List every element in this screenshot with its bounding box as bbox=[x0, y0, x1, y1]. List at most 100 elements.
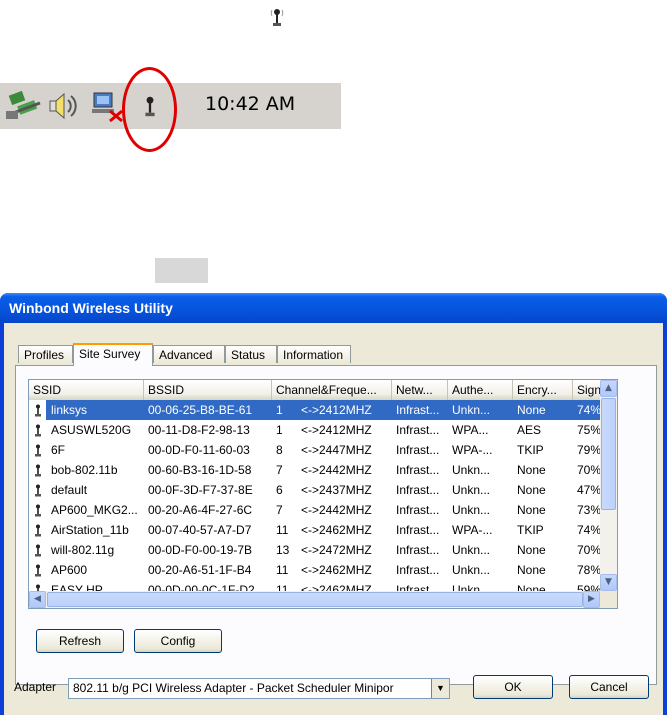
wireless-antenna-icon bbox=[35, 424, 41, 437]
wireless-antenna-icon bbox=[35, 484, 41, 497]
cell-network: Infrast... bbox=[396, 483, 440, 497]
cell-channel: 1 bbox=[276, 423, 283, 437]
wireless-antenna-icon bbox=[35, 544, 41, 557]
cell-encry: None bbox=[517, 463, 546, 477]
table-row[interactable]: ASUSWL520G 00-11-D8-F2-98-13 1 <->2412MHZ In… bbox=[29, 420, 601, 440]
column-bssid[interactable]: BSSID bbox=[144, 380, 272, 400]
cell-network: Infrast... bbox=[396, 523, 440, 537]
scroll-down-button[interactable]: ▼ bbox=[600, 574, 617, 591]
cell-network: Infrast... bbox=[396, 563, 440, 577]
table-row[interactable]: will-802.11g 00-0D-F0-00-19-7B 13 <->2472MH… bbox=[29, 540, 602, 560]
table-row[interactable]: 6F 00-0D-F0-11-60-03 8 <->2447MHZ Infrast...… bbox=[29, 440, 601, 460]
ok-button[interactable]: OK bbox=[473, 675, 553, 699]
column-ssid[interactable]: SSID bbox=[29, 380, 144, 400]
cell-bssid: 00-0D-F0-11-60-03 bbox=[148, 443, 250, 457]
cell-ssid: bob-802.11b bbox=[51, 463, 118, 477]
cell-auth: Unkn... bbox=[452, 463, 491, 477]
wireless-antenna-icon bbox=[35, 504, 41, 517]
cell-channel: 6 bbox=[276, 483, 283, 497]
cell-auth: Unkn... bbox=[452, 543, 491, 557]
cell-network: Infrast... bbox=[396, 423, 440, 437]
wireless-antenna-icon bbox=[35, 564, 41, 577]
column-channel[interactable]: Channel&Freque... bbox=[272, 380, 392, 400]
cell-channel: 11 bbox=[276, 523, 289, 537]
scroll-left-button[interactable]: ◀ bbox=[29, 591, 46, 608]
clock: 10:42 AM bbox=[205, 93, 296, 115]
cell-signal: 70% bbox=[577, 543, 602, 557]
cell-freq: <->2412MHZ bbox=[301, 403, 372, 417]
cell-auth: WPA-... bbox=[452, 443, 493, 457]
speaker-icon[interactable] bbox=[44, 89, 78, 123]
cell-channel: 11 bbox=[276, 563, 289, 577]
tab-information[interactable]: Information bbox=[277, 345, 351, 363]
site-survey-panel: SSID BSSID Channel&Freque... Netw... Aut… bbox=[15, 365, 657, 685]
vertical-scroll-thumb[interactable] bbox=[601, 398, 616, 510]
winbond-wireless-utility-window: Winbond Wireless Utility Profiles Site S… bbox=[0, 293, 667, 715]
cell-bssid: 00-60-B3-16-1D-58 bbox=[148, 463, 252, 477]
cell-ssid: ASUSWL520G bbox=[51, 423, 132, 437]
wireless-antenna-icon bbox=[270, 9, 284, 26]
cell-bssid: 00-11-D8-F2-98-13 bbox=[148, 423, 250, 437]
tab-advanced[interactable]: Advanced bbox=[153, 345, 225, 363]
chevron-down-icon[interactable]: ▼ bbox=[431, 679, 449, 698]
adapter-select[interactable]: 802.11 b/g PCI Wireless Adapter - Packet… bbox=[68, 678, 450, 699]
cell-freq: <->2412MHZ bbox=[301, 423, 372, 437]
column-authentication[interactable]: Authe... bbox=[448, 380, 513, 400]
cell-encry: TKIP bbox=[517, 443, 544, 457]
cell-network: Infrast... bbox=[396, 403, 440, 417]
cell-auth: Unkn... bbox=[452, 503, 491, 517]
adapter-select-value: 802.11 b/g PCI Wireless Adapter - Packet… bbox=[73, 681, 394, 695]
adapter-label: Adapter bbox=[14, 680, 57, 694]
network-cable-icon[interactable] bbox=[4, 89, 44, 123]
tab-site-survey[interactable]: Site Survey bbox=[73, 343, 153, 366]
wireless-antenna-icon bbox=[35, 444, 41, 457]
list-header: SSID BSSID Channel&Freque... Netw... Aut… bbox=[29, 380, 617, 400]
cell-channel: 7 bbox=[276, 463, 283, 477]
cell-signal: 70% bbox=[577, 463, 602, 477]
cell-bssid: 00-0F-3D-F7-37-8E bbox=[148, 483, 253, 497]
refresh-button[interactable]: Refresh bbox=[36, 629, 124, 653]
cell-auth: Unkn... bbox=[452, 403, 491, 417]
horizontal-scrollbar[interactable]: ◀ ▶ bbox=[29, 591, 600, 608]
tab-profiles[interactable]: Profiles bbox=[18, 345, 73, 363]
cell-freq: <->2462MHZ bbox=[301, 563, 372, 577]
cell-auth: Unkn... bbox=[452, 483, 491, 497]
cell-ssid: linksys bbox=[51, 403, 88, 417]
cell-channel: 7 bbox=[276, 503, 283, 517]
cell-auth: WPA... bbox=[452, 423, 489, 437]
cell-freq: <->2442MHZ bbox=[301, 503, 372, 517]
scroll-right-button[interactable]: ▶ bbox=[583, 591, 600, 608]
cell-encry: None bbox=[517, 503, 546, 517]
table-row[interactable]: bob-802.11b 00-60-B3-16-1D-58 7 <->2442MHZ I… bbox=[29, 460, 602, 480]
table-row[interactable]: default 00-0F-3D-F7-37-8E 6 <->2437MHZ Infra… bbox=[29, 480, 601, 500]
scroll-up-button[interactable]: ▲ bbox=[600, 380, 617, 397]
column-network[interactable]: Netw... bbox=[392, 380, 448, 400]
vertical-scrollbar[interactable]: ▲ ▼ bbox=[600, 380, 617, 591]
cell-auth: Unkn... bbox=[452, 563, 491, 577]
horizontal-scroll-thumb[interactable] bbox=[47, 592, 583, 607]
wireless-antenna-icon bbox=[35, 524, 41, 537]
cell-ssid: AirStation_11b bbox=[51, 523, 129, 537]
cell-auth: WPA-... bbox=[452, 523, 493, 537]
table-row[interactable]: linksys 00-06-25-B8-BE-61 1 <->2412MHZ Infra… bbox=[29, 400, 617, 420]
table-row[interactable]: AirStation_11b 00-07-40-57-A7-D7 11 <->2462… bbox=[29, 520, 601, 540]
cancel-button[interactable]: Cancel bbox=[569, 675, 649, 699]
cell-encry: None bbox=[517, 403, 546, 417]
window-title[interactable]: Winbond Wireless Utility bbox=[0, 293, 667, 323]
wireless-antenna-icon bbox=[35, 464, 41, 477]
cell-signal: 74% bbox=[577, 403, 602, 417]
cell-freq: <->2447MHZ bbox=[301, 443, 372, 457]
table-row[interactable]: AP600_MKG2... 00-20-A6-4F-27-6C 7 <->2442MH… bbox=[29, 500, 601, 520]
cell-bssid: 00-20-A6-51-1F-B4 bbox=[148, 563, 252, 577]
cell-encry: TKIP bbox=[517, 523, 544, 537]
cell-ssid: will-802.11g bbox=[51, 543, 115, 557]
scrollbar-corner bbox=[600, 591, 617, 608]
site-survey-list[interactable]: SSID BSSID Channel&Freque... Netw... Aut… bbox=[28, 379, 618, 609]
column-encryption[interactable]: Encry... bbox=[513, 380, 573, 400]
tab-status[interactable]: Status bbox=[225, 345, 277, 363]
cell-ssid: default bbox=[51, 483, 88, 497]
config-button[interactable]: Config bbox=[134, 629, 222, 653]
window-client-area: Profiles Site Survey Advanced Status Inf… bbox=[4, 323, 663, 715]
table-row[interactable]: AP600 00-20-A6-51-1F-B4 11 <->2462MHZ Infras… bbox=[29, 560, 601, 580]
cell-bssid: 00-06-25-B8-BE-61 bbox=[148, 403, 253, 417]
